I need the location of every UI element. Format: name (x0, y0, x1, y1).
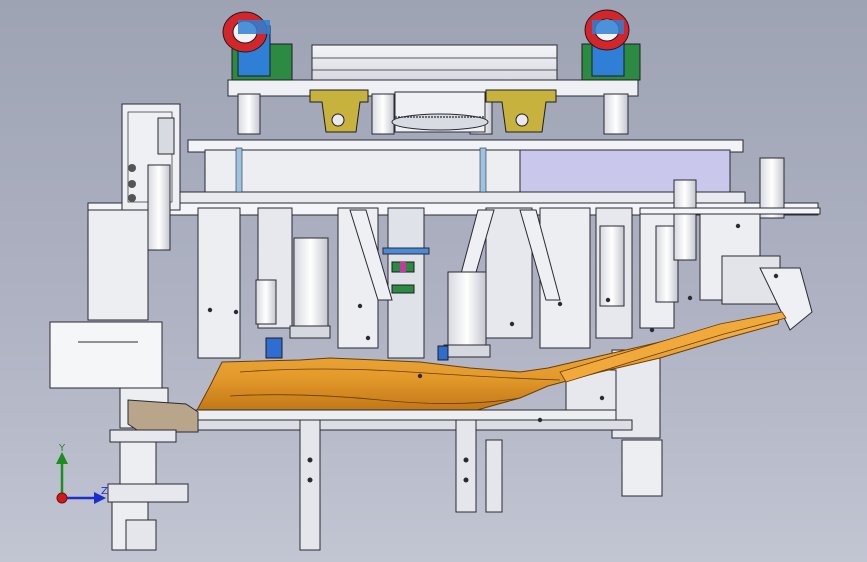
left-vertical-column (87, 209, 149, 321)
locator-post-2[interactable] (455, 419, 477, 513)
left-bolt-2 (128, 180, 136, 188)
center-blue-plate (382, 247, 430, 255)
fixture-assembly-drawing[interactable]: Y Z (0, 0, 867, 562)
left-spring-block (157, 117, 175, 155)
center-column (387, 207, 425, 359)
lower-clamp-bar[interactable] (185, 409, 633, 551)
coordinate-triad: Y Z (56, 443, 108, 504)
left-cylinder (147, 164, 171, 251)
right-rod (639, 207, 821, 215)
y-axis-label: Y (58, 443, 66, 454)
post-right-2 (603, 93, 629, 135)
cylinder-b-blue-valve (437, 345, 449, 361)
left-cabinet (49, 321, 163, 389)
cylinder-a-blue-valve (265, 337, 283, 359)
center-magenta-sensor (400, 262, 406, 272)
lavender-panel (519, 149, 731, 193)
locator-post-1[interactable] (299, 419, 321, 551)
locator-post-3[interactable] (485, 439, 503, 513)
left-roller-unit[interactable] (222, 11, 293, 81)
cad-viewport[interactable]: Y Z (0, 0, 867, 562)
bottom-left-support[interactable] (107, 387, 199, 551)
center-green-sensor-2 (391, 284, 415, 294)
deck-body (204, 149, 521, 193)
x-axis-dot (56, 492, 68, 504)
cylinder-f[interactable] (673, 179, 697, 261)
left-bolt-3 (128, 194, 136, 202)
left-bolt-1 (128, 164, 136, 172)
upright-1 (197, 207, 241, 359)
post-left-2 (371, 93, 395, 135)
top-carriage-plate (311, 44, 558, 84)
right-roller-unit[interactable] (581, 9, 641, 81)
top-rotary-group[interactable] (222, 9, 641, 135)
cylinder-b[interactable] (447, 271, 487, 349)
z-axis-label: Z (101, 486, 108, 497)
cylinder-c[interactable] (599, 225, 625, 307)
cylinder-a[interactable] (293, 237, 329, 331)
main-frame[interactable] (87, 139, 819, 216)
post-left-1 (237, 93, 261, 135)
cylinder-g[interactable] (255, 279, 277, 325)
left-side-assembly[interactable] (49, 103, 181, 389)
